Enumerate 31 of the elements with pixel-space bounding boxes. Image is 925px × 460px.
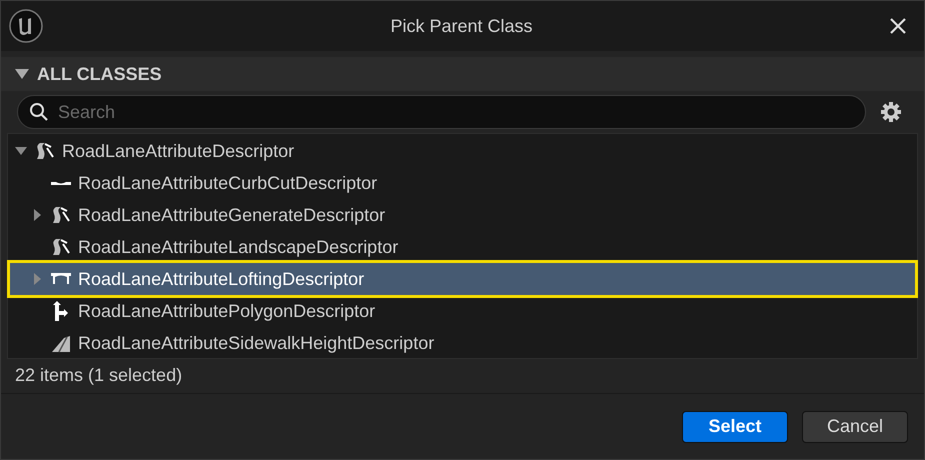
class-name: RoadLaneAttributeSidewalkHeightDescriptor [78, 332, 434, 355]
class-name: RoadLaneAttributeCurbCutDescriptor [78, 172, 378, 195]
section-header[interactable]: ALL CLASSES [1, 57, 924, 91]
class-name: RoadLaneAttributeDescriptor [62, 140, 294, 163]
status-text: 22 items (1 selected) [14, 364, 184, 387]
search-field[interactable]: Search [17, 95, 866, 129]
tree-item[interactable]: RoadLaneAttributeGenerateDescriptor [10, 199, 915, 231]
class-icon [50, 180, 72, 186]
class-name: RoadLaneAttributeGenerateDescriptor [78, 204, 386, 227]
tree-item[interactable]: RoadLaneAttributeLoftingDescriptor [10, 263, 915, 295]
cancel-button[interactable]: Cancel [802, 410, 908, 442]
collapsed-arrow-icon[interactable] [31, 209, 43, 221]
tree-item[interactable]: RoadLaneAttributePolygonDescriptor [10, 295, 915, 327]
window-title: Pick Parent Class [390, 14, 533, 38]
search-icon [29, 102, 49, 122]
class-name: RoadLaneAttributePolygonDescriptor [78, 300, 376, 323]
tree-item[interactable]: RoadLaneAttributeSidewalkHeightDescriptor [10, 327, 915, 359]
expanded-arrow-icon[interactable] [15, 145, 27, 157]
class-icon [50, 204, 72, 226]
gear-icon [880, 101, 902, 123]
section-title: ALL CLASSES [37, 62, 162, 86]
select-button[interactable]: Select [682, 410, 788, 442]
engine-logo-icon [9, 9, 43, 43]
class-icon [34, 140, 56, 162]
class-name: RoadLaneAttributeLoftingDescriptor [78, 268, 364, 291]
class-name: RoadLaneAttributeLandscapeDescriptor [78, 236, 398, 259]
class-icon [50, 236, 72, 258]
tree-item[interactable]: RoadLaneAttributeLandscapeDescriptor [10, 231, 915, 263]
tree-item[interactable]: RoadLaneAttributeDescriptor [10, 135, 915, 167]
tree-item[interactable]: RoadLaneAttributeCurbCutDescriptor [10, 167, 915, 199]
close-icon [889, 17, 907, 35]
